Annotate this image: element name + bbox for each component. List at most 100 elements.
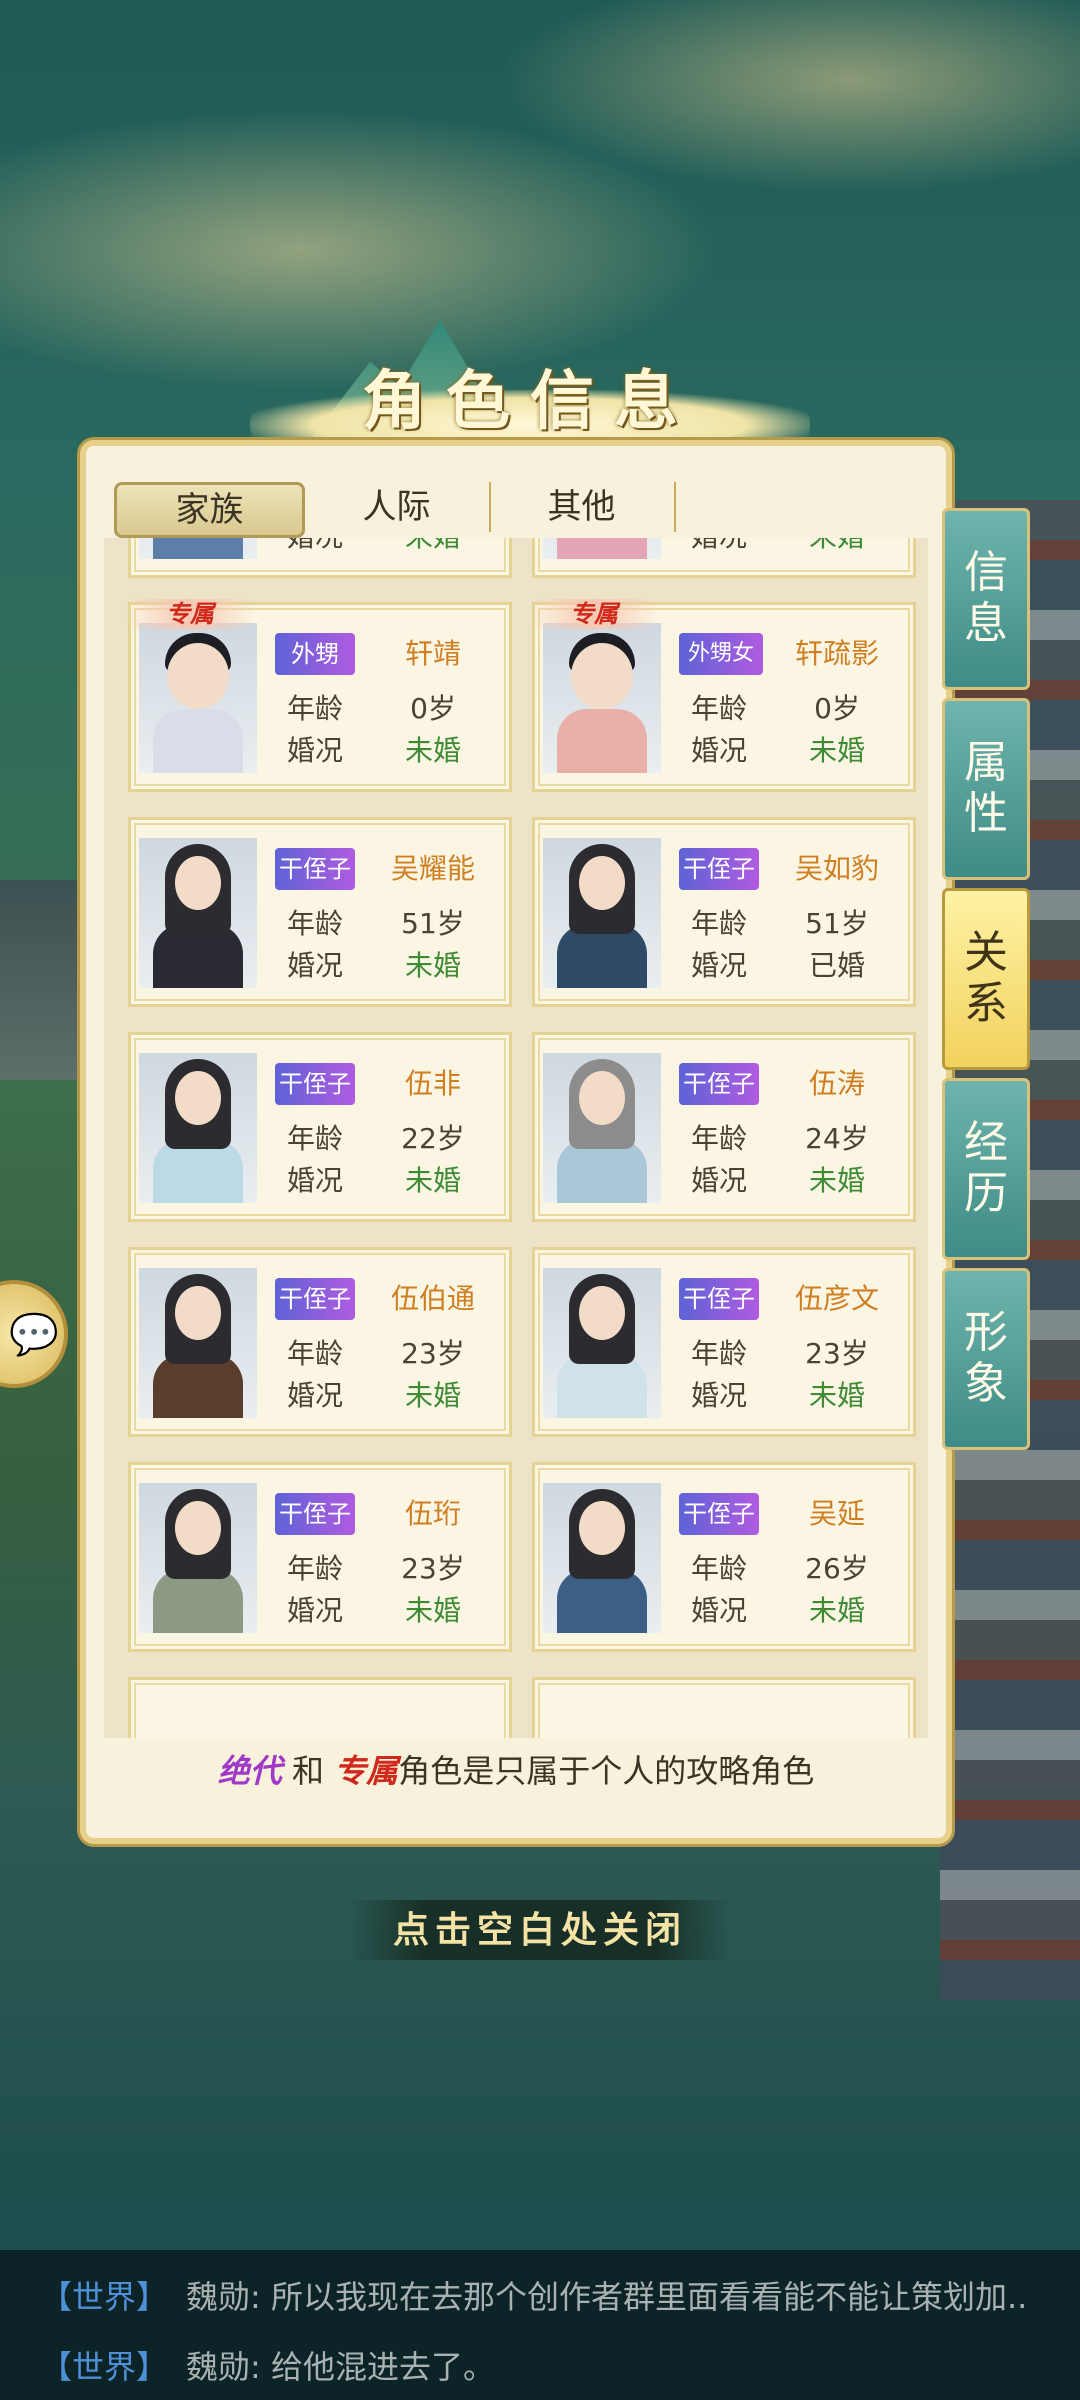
- relation-card[interactable]: 干侄子 伍伯通 年龄 23岁 婚况 未婚: [128, 1247, 512, 1437]
- marital-value: 未婚: [404, 1164, 461, 1197]
- age-value: 0岁: [814, 692, 860, 725]
- age-value: 51岁: [401, 907, 465, 940]
- marital-label: 婚况: [286, 949, 343, 982]
- relation-card[interactable]: 干侄子 伍涛 年龄 24岁 婚况 未婚: [532, 1032, 916, 1222]
- marital-value: 未婚: [363, 538, 503, 555]
- keyword-peerless: 绝代: [217, 1752, 282, 1790]
- tab-other[interactable]: 其他: [489, 482, 676, 532]
- character-name: 伍伯通: [390, 1282, 475, 1315]
- exclusive-badge: 专属: [125, 599, 255, 629]
- relation-card[interactable]: 专属 外甥 轩靖 年龄 0岁 婚况 未婚: [125, 599, 512, 792]
- marital-value: 已婚: [808, 949, 865, 982]
- character-portrait: [543, 1053, 661, 1203]
- tab-family[interactable]: 家族: [114, 482, 305, 538]
- marital-label: 婚况: [690, 734, 747, 767]
- relation-badge: 干侄子: [679, 1493, 759, 1535]
- relation-card[interactable]: 干侄子 吴如豹 年龄 51岁 婚况 已婚: [532, 817, 916, 1007]
- chat-bubble-button[interactable]: 💬: [0, 1280, 68, 1388]
- age-label: 年龄: [690, 907, 747, 940]
- character-name: 吴耀能: [390, 852, 475, 885]
- relation-card[interactable]: 婚况 未婚: [128, 538, 512, 578]
- relation-badge: 干侄子: [275, 848, 355, 890]
- marital-value: 未婚: [404, 1379, 461, 1412]
- page-title: 角色信息: [362, 364, 698, 439]
- age-label: 年龄: [286, 692, 343, 725]
- character-name: 伍珩: [404, 1497, 461, 1530]
- side-tab-appearance[interactable]: 形象: [942, 1268, 1030, 1450]
- footer-text: 角色是只属于个人的攻略角色: [398, 1752, 815, 1790]
- marital-label: 婚况: [286, 1379, 343, 1412]
- character-portrait: [543, 838, 661, 988]
- character-portrait: [543, 623, 661, 773]
- character-name: 轩疏影: [794, 637, 879, 670]
- character-name: 伍涛: [808, 1067, 865, 1100]
- character-name: 伍彦文: [794, 1282, 879, 1315]
- chat-sender: 魏勋:: [186, 2348, 261, 2386]
- relation-badge: 干侄子: [679, 848, 759, 890]
- marital-label: 婚况: [690, 1164, 747, 1197]
- chat-text: 所以我现在去那个创作者群里面看看能不能让策划加..: [260, 2278, 1028, 2316]
- footer-note: 绝代 和 专属角色是只属于个人的攻略角色: [86, 1746, 946, 1792]
- relation-badge: 外甥: [275, 633, 355, 675]
- tab-social[interactable]: 人际: [304, 482, 491, 532]
- character-portrait: [139, 623, 257, 773]
- relation-badge: 干侄子: [679, 1278, 759, 1320]
- age-label: 年龄: [690, 1337, 747, 1370]
- exclusive-badge: 专属: [529, 599, 659, 629]
- relation-card[interactable]: 干侄子 吴延 年龄 26岁 婚况 未婚: [532, 1462, 916, 1652]
- chat-channel: 【世界】: [40, 2278, 169, 2316]
- marital-label: 婚况: [690, 949, 747, 982]
- character-name: 伍非: [404, 1067, 461, 1100]
- chat-sender: 魏勋:: [186, 2278, 261, 2316]
- relation-card[interactable]: 干侄子 吴耀能 年龄 51岁 婚况 未婚: [128, 817, 512, 1007]
- side-tab-history[interactable]: 经历: [942, 1078, 1030, 1260]
- background-house: [0, 880, 80, 1080]
- marital-value: 未婚: [808, 734, 865, 767]
- relation-badge: 干侄子: [275, 1063, 355, 1105]
- marital-value: 未婚: [404, 1594, 461, 1627]
- chat-channel: 【世界】: [40, 2348, 169, 2386]
- marital-value: 未婚: [808, 1594, 865, 1627]
- relation-card[interactable]: [128, 1677, 512, 1738]
- side-tab-relations[interactable]: 关系: [942, 888, 1030, 1070]
- age-label: 年龄: [690, 692, 747, 725]
- age-value: 0岁: [410, 692, 456, 725]
- footer-connector: 和: [281, 1752, 335, 1790]
- side-tab-info[interactable]: 信息: [942, 508, 1030, 690]
- age-value: 23岁: [805, 1337, 869, 1370]
- relation-card[interactable]: 干侄子 伍彦文 年龄 23岁 婚况 未婚: [532, 1247, 916, 1437]
- age-label: 年龄: [286, 907, 343, 940]
- age-value: 26岁: [805, 1552, 869, 1585]
- age-label: 年龄: [286, 1337, 343, 1370]
- age-value: 23岁: [401, 1552, 465, 1585]
- relation-card[interactable]: 专属 外甥女 轩疏影 年龄 0岁 婚况 未婚: [529, 599, 916, 792]
- relation-list[interactable]: 婚况 未婚 婚况 未婚 专属 外甥 轩靖 年龄 0岁 婚况 未婚 专属 外甥女 …: [104, 538, 928, 1738]
- character-portrait: [543, 538, 661, 559]
- keyword-exclusive: 专属: [334, 1752, 399, 1790]
- close-hint[interactable]: 点击空白处关闭: [350, 1900, 730, 1960]
- chat-message: 【世界】 魏勋: 给他混进去了。: [40, 2342, 495, 2388]
- marital-label: 婚况: [286, 734, 343, 767]
- marital-label: 婚况: [286, 1594, 343, 1627]
- relation-card[interactable]: 干侄子 伍非 年龄 22岁 婚况 未婚: [128, 1032, 512, 1222]
- character-portrait: [139, 538, 257, 559]
- marital-label: 婚况: [690, 1379, 747, 1412]
- character-portrait: [139, 1053, 257, 1203]
- character-portrait: [139, 1483, 257, 1633]
- relation-badge: 干侄子: [275, 1493, 355, 1535]
- relation-badge: 干侄子: [275, 1278, 355, 1320]
- relation-card[interactable]: 婚况 未婚: [532, 538, 916, 578]
- side-tab-attributes[interactable]: 属性: [942, 698, 1030, 880]
- marital-label: 婚况: [679, 538, 759, 555]
- marital-value: 未婚: [404, 949, 461, 982]
- relation-card[interactable]: [532, 1677, 916, 1738]
- character-portrait: [543, 1268, 661, 1418]
- age-label: 年龄: [690, 1122, 747, 1155]
- chat-message: 【世界】 魏勋: 所以我现在去那个创作者群里面看看能不能让策划加..: [40, 2272, 1027, 2318]
- chat-text: 给他混进去了。: [260, 2348, 495, 2386]
- relation-card[interactable]: 干侄子 伍珩 年龄 23岁 婚况 未婚: [128, 1462, 512, 1652]
- age-value: 24岁: [805, 1122, 869, 1155]
- relation-badge: 外甥女: [679, 633, 763, 675]
- chat-icon: 💬: [9, 1311, 59, 1358]
- chat-panel[interactable]: 【世界】 魏勋: 所以我现在去那个创作者群里面看看能不能让策划加.. 【世界】 魏勋…: [0, 2250, 1080, 2400]
